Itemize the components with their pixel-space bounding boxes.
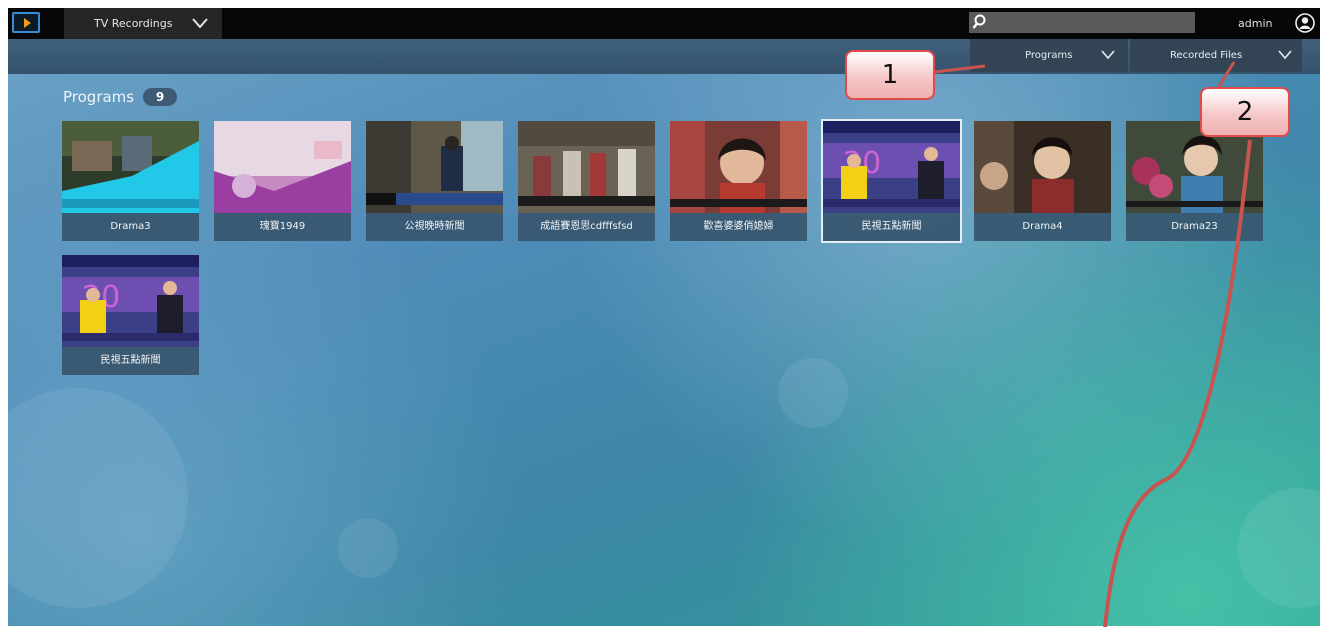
program-tile-selected[interactable]: 20 民視五點新聞 bbox=[821, 119, 962, 243]
program-title: Drama3 bbox=[62, 213, 199, 241]
purple-flower-scene-thumbnail bbox=[214, 121, 351, 213]
program-title: Drama4 bbox=[974, 213, 1111, 241]
search-box[interactable] bbox=[969, 12, 1195, 33]
annotation-callout-2: 2 bbox=[1200, 87, 1290, 137]
program-tile[interactable]: 瑰寶1949 bbox=[214, 121, 351, 241]
program-tile[interactable]: Drama23 bbox=[1126, 121, 1263, 241]
program-tile[interactable]: 歡喜婆婆俏媳婦 bbox=[670, 121, 807, 241]
filter-bar: Programs Recorded Files bbox=[8, 39, 1320, 74]
program-tile[interactable]: Drama3 bbox=[62, 121, 199, 241]
alley-news-scene-thumbnail bbox=[366, 121, 503, 213]
program-title: 公視晚時新聞 bbox=[366, 213, 503, 241]
background-bokeh bbox=[1238, 488, 1320, 608]
app-logo-icon[interactable] bbox=[12, 12, 40, 33]
module-selector-label: TV Recordings bbox=[94, 17, 173, 30]
period-drama-scene-thumbnail bbox=[974, 121, 1111, 213]
program-tile[interactable]: 成語賽恩思cdfffsfsd bbox=[518, 121, 655, 241]
program-title: 成語賽恩思cdfffsfsd bbox=[518, 213, 655, 241]
program-tile[interactable]: Drama4 bbox=[974, 121, 1111, 241]
search-icon[interactable] bbox=[972, 14, 986, 30]
chevron-down-icon bbox=[1101, 50, 1115, 60]
background-bokeh bbox=[778, 358, 848, 428]
user-account-icon[interactable] bbox=[1295, 13, 1315, 33]
background-bokeh bbox=[338, 518, 398, 578]
section-title: Programs bbox=[63, 88, 135, 106]
outdoor-street-scene-thumbnail bbox=[62, 121, 199, 213]
chevron-down-icon bbox=[192, 18, 208, 29]
program-tile[interactable]: 20 民視五點新聞 bbox=[62, 255, 199, 375]
drama-woman-closeup-thumbnail bbox=[670, 121, 807, 213]
background-bokeh bbox=[8, 388, 188, 608]
program-count-badge: 9 bbox=[143, 88, 177, 106]
news-anchors-scene-thumbnail: 20 bbox=[823, 121, 960, 213]
news-anchors-scene-thumbnail: 20 bbox=[62, 255, 199, 347]
classroom-scene-thumbnail bbox=[518, 121, 655, 213]
annotation-callout-1: 1 bbox=[845, 50, 935, 100]
recorded-files-dropdown-label: Recorded Files bbox=[1170, 50, 1243, 61]
program-title: 歡喜婆婆俏媳婦 bbox=[670, 213, 807, 241]
search-input[interactable] bbox=[991, 12, 1191, 33]
user-name[interactable]: admin bbox=[1238, 17, 1272, 30]
program-title: Drama23 bbox=[1126, 213, 1263, 241]
module-selector[interactable]: TV Recordings bbox=[64, 8, 222, 39]
program-title: 瑰寶1949 bbox=[214, 213, 351, 241]
programs-dropdown-label: Programs bbox=[1025, 50, 1073, 61]
programs-dropdown[interactable]: Programs bbox=[970, 39, 1128, 72]
top-bar: TV Recordings admin bbox=[8, 8, 1320, 39]
chevron-down-icon bbox=[1278, 50, 1292, 60]
program-title: 民視五點新聞 bbox=[62, 347, 199, 375]
tv-recordings-app: TV Recordings admin Programs Recorded Fi… bbox=[8, 8, 1320, 626]
program-title: 民視五點新聞 bbox=[823, 213, 960, 241]
recorded-files-dropdown[interactable]: Recorded Files bbox=[1130, 39, 1302, 72]
program-tile[interactable]: 公視晚時新聞 bbox=[366, 121, 503, 241]
